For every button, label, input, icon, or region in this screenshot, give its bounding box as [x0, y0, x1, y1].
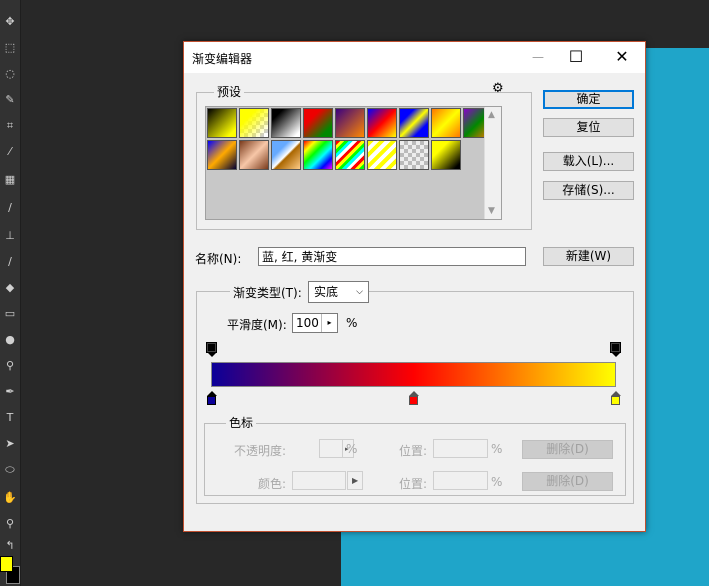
preset-swatch[interactable] [271, 140, 301, 170]
opacity-input[interactable] [319, 439, 343, 458]
close-icon[interactable]: ✕ [602, 44, 642, 70]
smoothness-dropdown-icon[interactable]: ▸ [321, 314, 337, 332]
eraser-tool-icon[interactable]: ◆ [2, 280, 18, 296]
ok-button[interactable]: 确定 [543, 90, 634, 109]
shape-tool-icon[interactable]: ⬭ [2, 462, 18, 478]
dodge-tool-icon[interactable]: ⚲ [2, 358, 18, 374]
name-label: 名称(N): [195, 252, 242, 266]
hand-tool-icon[interactable]: ✋ [2, 490, 18, 506]
type-tool-icon[interactable]: T [2, 410, 18, 426]
preset-swatch[interactable] [335, 140, 365, 170]
blur-tool-icon[interactable]: ● [2, 332, 18, 348]
location-unit-2: % [491, 475, 503, 489]
tools-panel: ✥ ⬚ ◌ ✎ ⌗ ⁄ ▦ ∕ ⊥ ∕ ◆ ▭ ● ⚲ ✒ T ➤ ⬭ ✋ ⚲ … [0, 0, 21, 586]
color-stop-right[interactable] [611, 391, 621, 405]
color-stop-middle[interactable] [409, 391, 419, 405]
preset-swatch[interactable] [399, 108, 429, 138]
color-label: 颜色: [258, 477, 287, 491]
presets-scrollbar[interactable]: ▲ ▼ [484, 107, 501, 219]
crop-tool-icon[interactable]: ⌗ [2, 118, 18, 134]
preset-swatch[interactable] [367, 140, 397, 170]
chevron-down-icon: ⌵ [356, 287, 363, 297]
opacity-stop-right[interactable] [610, 342, 621, 357]
preset-menu-gear-icon[interactable]: ⚙ [492, 81, 504, 96]
preset-swatch[interactable] [239, 108, 269, 138]
move-tool-icon[interactable]: ✥ [2, 14, 18, 30]
gradient-preview-bar[interactable] [211, 362, 616, 387]
delete-button-1[interactable]: 删除(D) [522, 440, 613, 459]
quick-select-tool-icon[interactable]: ✎ [2, 92, 18, 108]
stops-label: 色标 [226, 414, 257, 431]
save-button[interactable]: 存储(S)... [543, 181, 634, 200]
preset-swatch[interactable] [335, 108, 365, 138]
delete-button-2[interactable]: 删除(D) [522, 472, 613, 491]
preset-swatch[interactable] [239, 140, 269, 170]
stamp-tool-icon[interactable]: ⊥ [2, 228, 18, 244]
new-button[interactable]: 新建(W) [543, 247, 634, 266]
preset-swatch-grid: ▲ ▼ [205, 106, 502, 220]
location-input-1[interactable] [433, 439, 488, 458]
gradient-type-value: 实底 [314, 285, 339, 299]
gradient-type-label: 渐变类型(T): [230, 284, 308, 301]
history-brush-tool-icon[interactable]: ∕ [2, 254, 18, 270]
pen-tool-icon[interactable]: ✒ [2, 384, 18, 400]
color-picker-swatch[interactable] [292, 471, 346, 490]
preset-swatch[interactable] [367, 108, 397, 138]
dialog-body: 预设 ⚙ ▲ ▼ 确定 复位 载入(L)... 存储(S)... 新建(W) 名… [184, 73, 645, 531]
opacity-unit: % [346, 442, 358, 456]
marquee-tool-icon[interactable]: ⬚ [2, 40, 18, 56]
location-input-2[interactable] [433, 471, 488, 490]
smoothness-unit: % [346, 316, 358, 330]
dialog-title: 渐变编辑器 [192, 52, 253, 66]
name-input[interactable]: 蓝, 红, 黄渐变 [258, 247, 526, 266]
minimize-icon[interactable]: — [518, 44, 558, 70]
opacity-label: 不透明度: [234, 444, 287, 458]
location-unit-1: % [491, 442, 503, 456]
gradient-editor-dialog: 渐变编辑器 — ☐ ✕ 预设 ⚙ ▲ ▼ 确定 复位 载入(L)... 存储(S… [183, 41, 646, 532]
swap-colors-icon[interactable]: ↰ [2, 538, 18, 554]
healing-tool-icon[interactable]: ▦ [2, 172, 18, 188]
opacity-stop-left[interactable] [206, 342, 217, 357]
preset-swatch[interactable] [303, 140, 333, 170]
reset-button[interactable]: 复位 [543, 118, 634, 137]
maximize-icon[interactable]: ☐ [556, 44, 596, 70]
location-label-1: 位置: [399, 444, 428, 458]
preset-swatch[interactable] [207, 108, 237, 138]
scroll-up-icon[interactable]: ▲ [488, 110, 495, 120]
preset-swatch[interactable] [399, 140, 429, 170]
preset-swatch[interactable] [303, 108, 333, 138]
color-menu-icon[interactable]: ▶ [347, 471, 363, 490]
preset-swatch[interactable] [207, 140, 237, 170]
scroll-down-icon[interactable]: ▼ [488, 206, 495, 216]
path-select-tool-icon[interactable]: ➤ [2, 436, 18, 452]
location-label-2: 位置: [399, 477, 428, 491]
color-stop-left[interactable] [207, 391, 217, 405]
preset-swatch[interactable] [271, 108, 301, 138]
load-button[interactable]: 载入(L)... [543, 152, 634, 171]
title-bar: 渐变编辑器 — ☐ ✕ [184, 42, 645, 73]
preset-swatch[interactable] [431, 140, 461, 170]
eyedropper-tool-icon[interactable]: ⁄ [2, 144, 18, 160]
preset-swatch[interactable] [431, 108, 461, 138]
foreground-color-swatch[interactable] [0, 556, 13, 572]
presets-label: 预设 [214, 83, 245, 100]
smoothness-value: 100 [296, 316, 319, 330]
zoom-tool-icon[interactable]: ⚲ [2, 516, 18, 532]
smoothness-input[interactable]: 100 ▸ [292, 313, 338, 333]
gradient-tool-icon[interactable]: ▭ [2, 306, 18, 322]
lasso-tool-icon[interactable]: ◌ [2, 66, 18, 82]
brush-tool-icon[interactable]: ∕ [2, 200, 18, 216]
gradient-type-select[interactable]: 实底 ⌵ [308, 281, 369, 303]
smoothness-label: 平滑度(M): [227, 318, 287, 332]
